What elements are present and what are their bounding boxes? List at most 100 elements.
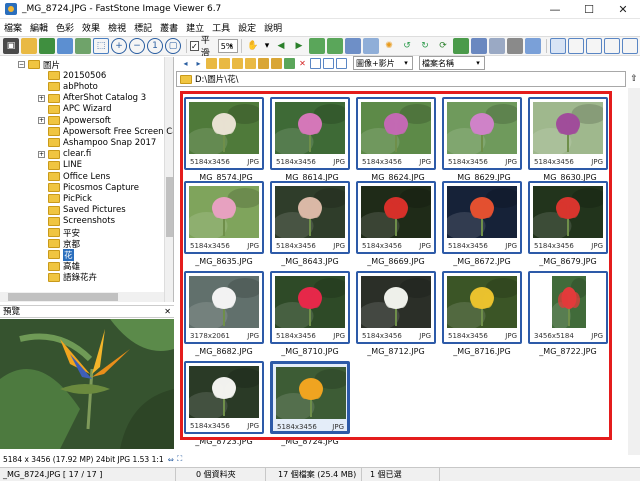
histogram-icon[interactable] bbox=[453, 38, 469, 54]
list-icon[interactable] bbox=[336, 57, 347, 69]
rotate-right-icon[interactable]: ↻ bbox=[417, 38, 433, 54]
tree-item[interactable]: Picosmos Capture bbox=[48, 182, 139, 193]
layout-full-icon[interactable] bbox=[622, 38, 638, 54]
menu-item[interactable]: 建立 bbox=[182, 21, 208, 34]
compare-icon[interactable] bbox=[471, 38, 487, 54]
folder-open-icon[interactable] bbox=[245, 57, 256, 69]
minimize-button[interactable]: — bbox=[538, 0, 572, 19]
new-folder-icon[interactable] bbox=[219, 57, 230, 69]
fullscreen-icon[interactable] bbox=[363, 38, 379, 54]
fullscreen-icon[interactable]: ⛶ bbox=[177, 454, 182, 464]
open-folder-icon[interactable] bbox=[21, 38, 37, 54]
rename-icon[interactable] bbox=[284, 57, 295, 69]
close-icon[interactable]: ✕ bbox=[164, 306, 171, 318]
tree-item[interactable]: Office Lens bbox=[48, 171, 110, 182]
folder-icon[interactable] bbox=[232, 57, 243, 69]
tree-vertical-scrollbar[interactable] bbox=[164, 57, 173, 302]
fit-window-icon[interactable]: ⬚ bbox=[93, 38, 109, 54]
tree-item[interactable]: 花 bbox=[48, 248, 74, 261]
thumbnail-scrollbar[interactable] bbox=[628, 88, 640, 455]
browse-icon[interactable] bbox=[57, 38, 73, 54]
email-icon[interactable] bbox=[489, 38, 505, 54]
filter-select[interactable]: 圖像+影片 ▾ bbox=[353, 56, 413, 70]
print-icon[interactable] bbox=[507, 38, 523, 54]
tree-item[interactable]: 京都 bbox=[48, 238, 80, 250]
tree-hscroll-thumb[interactable] bbox=[8, 293, 118, 301]
grid-icon[interactable] bbox=[323, 57, 334, 69]
tree-item[interactable]: Ashampoo Snap 2017 bbox=[48, 137, 156, 148]
tree-item[interactable]: APC Wizard bbox=[48, 104, 112, 115]
expand-icon[interactable]: + bbox=[38, 150, 45, 158]
menu-item[interactable]: 說明 bbox=[260, 21, 286, 34]
chevron-down-icon[interactable]: ▾ bbox=[263, 38, 271, 54]
tree-item[interactable]: 圖片 bbox=[28, 59, 60, 71]
refresh-icon[interactable]: ⟳ bbox=[435, 38, 451, 54]
tree-horizontal-scrollbar[interactable] bbox=[0, 292, 164, 302]
settings-icon[interactable] bbox=[525, 38, 541, 54]
tree-item[interactable]: Saved Pictures bbox=[48, 205, 126, 216]
menu-item[interactable]: 工具 bbox=[208, 21, 234, 34]
folder-icon bbox=[48, 228, 60, 237]
up-arrow-icon[interactable]: ⇧ bbox=[628, 72, 640, 86]
forward-icon[interactable]: ▸ bbox=[193, 58, 204, 69]
close-button[interactable]: ✕ bbox=[606, 0, 640, 19]
effects-icon[interactable]: ✺ bbox=[381, 38, 397, 54]
save-icon[interactable] bbox=[39, 38, 55, 54]
fit-icon[interactable]: ▢ bbox=[165, 38, 181, 54]
slideshow-icon[interactable] bbox=[345, 38, 361, 54]
menu-item[interactable]: 設定 bbox=[234, 21, 260, 34]
maximize-button[interactable]: ☐ bbox=[572, 0, 606, 19]
zoom-fit-icon[interactable]: ⇔ bbox=[168, 455, 174, 464]
layout-preview-icon[interactable] bbox=[586, 38, 602, 54]
tree-scroll-thumb[interactable] bbox=[166, 177, 173, 237]
tree-item[interactable]: LINE bbox=[48, 160, 82, 171]
tree-item[interactable]: clear.fi bbox=[48, 149, 91, 160]
zoom-out-icon[interactable]: − bbox=[129, 38, 145, 54]
up-folder-icon[interactable] bbox=[206, 57, 217, 69]
address-bar[interactable]: D:\圖片\花\ bbox=[176, 71, 626, 87]
acquire-icon[interactable]: ▣ bbox=[3, 38, 19, 54]
tree-item[interactable]: Apowersoft Free Screen Capt bbox=[48, 126, 173, 137]
tree-item[interactable]: Screenshots bbox=[48, 216, 115, 227]
layout-thumbnails-icon[interactable] bbox=[550, 38, 566, 54]
tree-item[interactable]: 20150506 bbox=[48, 70, 106, 81]
layout-split-icon[interactable] bbox=[604, 38, 620, 54]
menu-item[interactable]: 叢書 bbox=[156, 21, 182, 34]
select-all-icon[interactable] bbox=[310, 57, 321, 69]
tree-item[interactable]: Apowersoft bbox=[48, 115, 111, 126]
image-icon[interactable] bbox=[75, 38, 91, 54]
tree-item[interactable]: AfterShot Catalog 3 bbox=[48, 93, 146, 104]
menu-item[interactable]: 標記 bbox=[130, 21, 156, 34]
delete-icon[interactable]: ✕ bbox=[297, 58, 308, 69]
folder-tree[interactable]: − 圖片 20150506 abPhoto + AfterShot Catalog 3 AP… bbox=[0, 57, 174, 302]
sort-select[interactable]: 檔案名稱 ▾ bbox=[419, 56, 485, 70]
tree-item[interactable]: abPhoto bbox=[48, 81, 98, 92]
rotate-left-icon[interactable]: ↺ bbox=[399, 38, 415, 54]
tree-item[interactable]: 語錄花卉 bbox=[48, 272, 97, 283]
tree-item[interactable]: PicPick bbox=[48, 193, 92, 204]
smooth-checkbox[interactable]: ✓ bbox=[190, 41, 199, 51]
last-icon[interactable] bbox=[327, 38, 343, 54]
zoom-in-icon[interactable]: + bbox=[111, 38, 127, 54]
collapse-icon[interactable]: − bbox=[18, 61, 25, 68]
zoom-select[interactable]: 5% ▾ bbox=[217, 39, 238, 53]
expand-icon[interactable]: + bbox=[38, 117, 45, 124]
back-icon[interactable]: ◂ bbox=[180, 58, 191, 69]
menu-item[interactable]: 色彩 bbox=[52, 21, 78, 34]
tree-item[interactable]: 高雄 bbox=[48, 261, 80, 272]
previous-icon[interactable]: ◀ bbox=[273, 38, 289, 54]
first-icon[interactable] bbox=[309, 38, 325, 54]
menu-item[interactable]: 編輯 bbox=[26, 21, 52, 34]
hand-icon[interactable]: ✋ bbox=[245, 38, 261, 54]
copy-to-icon[interactable] bbox=[258, 57, 269, 69]
layout-details-icon[interactable] bbox=[568, 38, 584, 54]
next-icon[interactable]: ▶ bbox=[291, 38, 307, 54]
tree-item[interactable]: 平安 bbox=[48, 227, 80, 239]
folder-icon bbox=[48, 127, 60, 137]
menu-item[interactable]: 效果 bbox=[78, 21, 104, 34]
menu-item[interactable]: 檢視 bbox=[104, 21, 130, 34]
move-to-icon[interactable] bbox=[271, 57, 282, 69]
actual-size-icon[interactable]: 1 bbox=[147, 38, 163, 54]
menu-item[interactable]: 檔案 bbox=[0, 21, 26, 34]
expand-icon[interactable]: + bbox=[38, 94, 45, 102]
